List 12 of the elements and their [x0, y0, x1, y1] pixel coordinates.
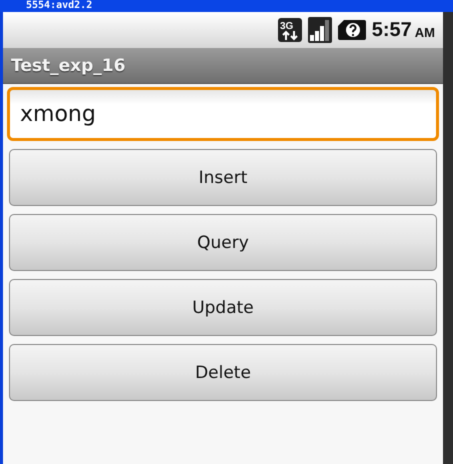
window-title: 5554:avd2.2	[26, 0, 92, 12]
sim-card-unknown-icon	[338, 20, 366, 40]
action-button[interactable]: Insert	[9, 149, 437, 206]
action-button[interactable]: Update	[9, 279, 437, 336]
action-button[interactable]: Delete	[9, 344, 437, 401]
3g-data-icon: 3G	[278, 18, 302, 42]
action-button[interactable]: Query	[9, 214, 437, 271]
signal-icon	[308, 17, 332, 43]
clock-am-pm: AM	[414, 24, 435, 40]
app-title: Test_exp_16	[11, 56, 126, 76]
clock-time: 5:57	[372, 18, 412, 42]
text-input-field[interactable]: xmong	[7, 87, 439, 141]
